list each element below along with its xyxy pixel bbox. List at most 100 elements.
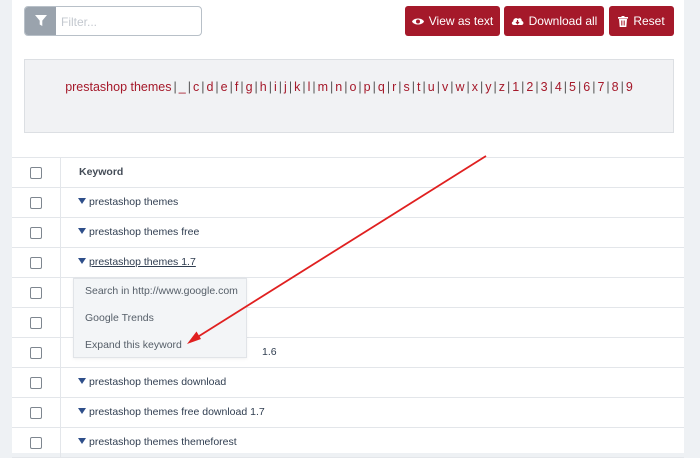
row-checkbox-cell	[12, 398, 61, 427]
alphabet-separator: |	[450, 80, 454, 94]
table-row: prestashop themes	[12, 188, 684, 218]
alphabet-link[interactable]: r	[392, 80, 396, 94]
alphabet-link[interactable]: g	[246, 80, 253, 94]
alphabet-link[interactable]: 7	[597, 80, 604, 94]
alphabet-link[interactable]: 5	[569, 80, 576, 94]
table-row: prestashop themes 1.7	[12, 248, 684, 278]
alphabet-link[interactable]: c	[193, 80, 199, 94]
row-checkbox-cell	[12, 188, 61, 217]
filter-box	[24, 6, 202, 36]
alphabet-link[interactable]: e	[221, 80, 228, 94]
eye-icon	[411, 18, 424, 24]
row-checkbox[interactable]	[30, 436, 42, 449]
keyword-cell[interactable]: prestashop themes	[78, 188, 178, 217]
alphabet-link[interactable]: z	[499, 80, 505, 94]
view-as-text-button[interactable]: View as text	[405, 6, 500, 36]
alphabet-link[interactable]: n	[335, 80, 342, 94]
keyword-label: prestashop themes themeforest	[89, 436, 237, 448]
row-checkbox[interactable]	[30, 406, 42, 419]
alphabet-link[interactable]: y	[485, 80, 491, 94]
alphabet-link[interactable]: p	[364, 80, 371, 94]
keyword-cell[interactable]: prestashop themes 1.7	[78, 248, 196, 277]
keyword-cell[interactable]: prestashop themes free	[78, 218, 199, 247]
alphabet-link[interactable]: w	[455, 80, 464, 94]
alphabet-separator: |	[592, 80, 596, 94]
caret-down-icon[interactable]	[78, 438, 86, 445]
keyword-label: prestashop themes free download 1.7	[89, 406, 265, 418]
alphabet-link[interactable]: f	[235, 80, 238, 94]
alphabet-link[interactable]: k	[294, 80, 300, 94]
reset-label: Reset	[633, 14, 665, 28]
alphabet-separator: |	[278, 80, 283, 94]
alphabet-link[interactable]: x	[472, 80, 478, 94]
table-row: prestashop themes free download 1.7	[12, 398, 684, 428]
alphabet-separator: |	[268, 80, 272, 94]
row-checkbox[interactable]	[30, 316, 42, 329]
alphabet-separator: |	[215, 80, 219, 94]
alphabet-link[interactable]: 1	[512, 80, 519, 94]
caret-down-icon[interactable]	[78, 258, 86, 265]
filter-icon[interactable]	[25, 7, 56, 35]
row-checkbox[interactable]	[30, 256, 42, 269]
menu-item-expand-keyword[interactable]: Expand this keyword	[85, 339, 182, 351]
row-checkbox[interactable]	[30, 226, 42, 239]
alphabet-separator: |	[330, 80, 334, 94]
alphabet-link[interactable]: q	[378, 80, 385, 94]
caret-down-icon[interactable]	[78, 228, 86, 235]
alphabet-link[interactable]: 4	[555, 80, 562, 94]
alphabet-separator: |	[254, 80, 258, 94]
row-checkbox[interactable]	[30, 346, 42, 359]
alphabet-link[interactable]: 9	[626, 80, 633, 94]
alphabet-separator: |	[386, 80, 391, 94]
keyword-label: prestashop themes free	[89, 226, 200, 238]
alphabet-link[interactable]: _	[179, 80, 186, 94]
keyword-cell[interactable]: 1.6	[262, 338, 277, 367]
alphabet-link[interactable]: 6	[583, 80, 590, 94]
alphabet-separator: |	[398, 80, 402, 94]
alphabet-link[interactable]: o	[349, 80, 356, 94]
keyword-cell[interactable]: prestashop themes download	[78, 368, 226, 397]
menu-item-search-google[interactable]: Search in http://www.google.com	[85, 285, 238, 297]
alphabet-separator: |	[288, 80, 293, 94]
caret-down-icon[interactable]	[78, 198, 86, 205]
row-checkbox[interactable]	[30, 196, 42, 209]
alphabet-link[interactable]: i	[274, 80, 277, 94]
alphabet-link[interactable]: m	[318, 80, 328, 94]
caret-down-icon[interactable]	[78, 408, 86, 415]
alphabet-link[interactable]: t	[417, 80, 420, 94]
menu-item-google-trends[interactable]: Google Trends	[85, 312, 154, 324]
alphabet-link[interactable]: 3	[541, 80, 548, 94]
alphabet-separator: |	[344, 80, 348, 94]
alphabet-separator: |	[229, 80, 233, 94]
caret-down-icon[interactable]	[78, 378, 86, 385]
alphabet-link[interactable]: 8	[612, 80, 619, 94]
row-checkbox[interactable]	[30, 376, 42, 389]
alphabet-separator: |	[302, 80, 306, 94]
alphabet-separator: |	[466, 80, 470, 94]
row-checkbox[interactable]	[30, 286, 42, 299]
alphabet-link[interactable]: u	[428, 80, 435, 94]
alphabet-link[interactable]: 2	[526, 80, 533, 94]
alphabet-separator: |	[620, 80, 624, 94]
keyword-cell[interactable]: prestashop themes free download 1.7	[78, 398, 265, 427]
alphabet-separator: |	[506, 80, 511, 94]
select-all-checkbox[interactable]	[30, 166, 42, 179]
alphabet-link[interactable]: l	[308, 80, 311, 94]
alphabet-separator: |	[187, 80, 191, 94]
alphabet-link[interactable]: s	[404, 80, 410, 94]
alphabet-link[interactable]: h	[260, 80, 267, 94]
table-header-row: Keyword	[12, 158, 684, 188]
view-as-text-label: View as text	[428, 14, 494, 28]
filter-input[interactable]	[59, 10, 201, 34]
download-all-button[interactable]: Download all	[504, 6, 604, 36]
table-row: prestashop themes themeforest	[12, 428, 684, 458]
alphabet-link[interactable]: j	[284, 80, 287, 94]
alphabet-separator: |	[577, 80, 582, 94]
reset-button[interactable]: Reset	[609, 6, 674, 36]
alphabet-nav: prestashop themes | _ | c | d | e | f | g | h | i | j | k | l |…	[24, 59, 674, 133]
alphabet-link[interactable]: d	[206, 80, 213, 94]
alphabet-separator: |	[173, 80, 177, 94]
alphabet-link[interactable]: prestashop themes	[65, 80, 171, 94]
row-checkbox-cell	[12, 278, 61, 307]
alphabet-link[interactable]: v	[442, 80, 448, 94]
